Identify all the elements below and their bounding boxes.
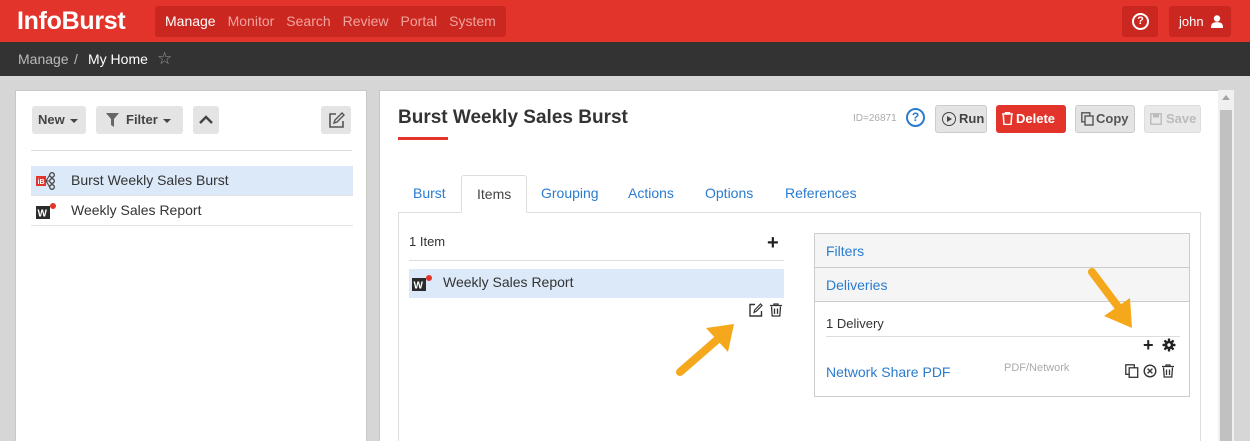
- save-button-label: Save: [1166, 111, 1197, 126]
- nav-item-search[interactable]: Search: [280, 6, 336, 37]
- annotation-arrow-icon: [1088, 268, 1132, 328]
- filters-link[interactable]: Filters: [826, 243, 864, 259]
- scroll-up-icon[interactable]: [1222, 95, 1230, 100]
- run-button[interactable]: Run: [935, 105, 987, 133]
- items-divider: [409, 260, 784, 261]
- tab-items[interactable]: Items: [461, 175, 528, 213]
- tab-grouping[interactable]: Grouping: [526, 175, 614, 213]
- favorite-star-icon[interactable]: ☆: [157, 50, 172, 68]
- tree-item[interactable]: W Weekly Sales Report: [31, 196, 353, 226]
- tab-references[interactable]: References: [770, 175, 872, 213]
- question-icon: ?: [1132, 13, 1149, 30]
- item-label: Weekly Sales Report: [443, 274, 574, 290]
- filter-icon: [106, 113, 119, 127]
- delete-button-label: Delete: [1016, 111, 1056, 126]
- trash-icon[interactable]: [1161, 364, 1175, 378]
- new-button[interactable]: New: [32, 106, 86, 134]
- app-logo[interactable]: InfoBurst: [17, 7, 126, 36]
- deliveries-link[interactable]: Deliveries: [826, 277, 887, 293]
- collapse-button[interactable]: [193, 106, 219, 134]
- nav-item-monitor[interactable]: Monitor: [222, 6, 281, 37]
- chevron-up-icon: [199, 115, 213, 124]
- edit-icon[interactable]: [749, 303, 763, 317]
- save-button[interactable]: Save: [1144, 105, 1201, 133]
- nav-item-portal[interactable]: Portal: [395, 6, 444, 37]
- edit-folder-button[interactable]: [321, 106, 351, 134]
- filter-button-label: Filter: [126, 112, 158, 127]
- chevron-down-icon: [69, 118, 78, 123]
- copy-icon[interactable]: [1125, 364, 1139, 378]
- help-button[interactable]: ?: [1122, 6, 1158, 37]
- filter-button[interactable]: Filter: [96, 106, 183, 134]
- delivery-divider: [826, 336, 1180, 337]
- trash-icon[interactable]: [769, 303, 783, 317]
- breadcrumb: Manage / My Home ☆: [0, 42, 1250, 76]
- main-nav: Manage Monitor Search Review Portal Syst…: [155, 6, 506, 37]
- disable-icon[interactable]: [1143, 364, 1157, 378]
- delivery-link[interactable]: Network Share PDF: [826, 364, 950, 380]
- webi-report-icon: W: [36, 203, 56, 220]
- svg-text:W: W: [414, 281, 424, 292]
- user-icon: [1211, 15, 1223, 28]
- chevron-down-icon: [162, 118, 171, 123]
- user-name: john: [1179, 14, 1204, 29]
- nav-item-manage[interactable]: Manage: [159, 6, 222, 37]
- run-button-label: Run: [959, 111, 985, 126]
- toolbar-divider: [31, 150, 352, 151]
- tree-item[interactable]: iB Burst Weekly Sales Burst: [31, 166, 353, 196]
- folder-panel: New Filter iB Burst Weekly Sales Burst W…: [15, 90, 367, 441]
- edit-icon: [329, 112, 345, 128]
- webi-report-icon: W: [412, 275, 432, 292]
- help-icon[interactable]: ?: [906, 108, 925, 127]
- tab-bar: Burst Items Grouping Actions Options Ref…: [398, 175, 1201, 213]
- items-tab-content: 1 Item + W Weekly Sales Report Filters D…: [398, 213, 1201, 441]
- breadcrumb-separator: /: [74, 51, 78, 67]
- play-icon: [942, 112, 956, 126]
- nav-item-system[interactable]: System: [443, 6, 502, 37]
- delivery-count: 1 Delivery: [826, 316, 884, 331]
- tab-actions[interactable]: Actions: [613, 175, 689, 213]
- filters-section[interactable]: Filters: [815, 234, 1189, 268]
- item-count: 1 Item: [409, 234, 446, 249]
- top-navbar: InfoBurst Manage Monitor Search Review P…: [0, 0, 1250, 42]
- svg-text:iB: iB: [38, 179, 45, 186]
- scrollbar-thumb[interactable]: [1220, 110, 1232, 441]
- page-title: Burst Weekly Sales Burst: [398, 107, 628, 128]
- new-button-label: New: [38, 112, 65, 127]
- nav-item-review[interactable]: Review: [337, 6, 395, 37]
- copy-icon: [1081, 112, 1094, 126]
- copy-button-label: Copy: [1096, 111, 1129, 126]
- tree-item-label: Weekly Sales Report: [71, 202, 202, 218]
- add-item-plus-icon[interactable]: +: [767, 233, 779, 253]
- tree-item-label: Burst Weekly Sales Burst: [71, 172, 229, 188]
- svg-text:W: W: [38, 209, 48, 220]
- burst-icon: iB: [36, 172, 55, 190]
- add-delivery-plus-icon[interactable]: +: [1143, 335, 1154, 355]
- gear-icon[interactable]: [1162, 338, 1176, 352]
- tab-options[interactable]: Options: [690, 175, 768, 213]
- delete-button[interactable]: Delete: [996, 105, 1066, 133]
- delivery-type: PDF/Network: [1004, 362, 1070, 374]
- trash-icon: [1002, 112, 1013, 125]
- breadcrumb-current: My Home: [88, 51, 148, 67]
- user-menu-button[interactable]: john: [1169, 6, 1231, 37]
- annotation-arrow-icon: [676, 324, 734, 376]
- tab-burst[interactable]: Burst: [398, 175, 461, 213]
- title-underline: [398, 137, 448, 140]
- object-id: ID=26871: [853, 113, 897, 124]
- save-icon: [1150, 113, 1162, 125]
- list-item[interactable]: W Weekly Sales Report: [409, 269, 784, 298]
- copy-button[interactable]: Copy: [1075, 105, 1135, 133]
- breadcrumb-manage[interactable]: Manage: [18, 51, 69, 67]
